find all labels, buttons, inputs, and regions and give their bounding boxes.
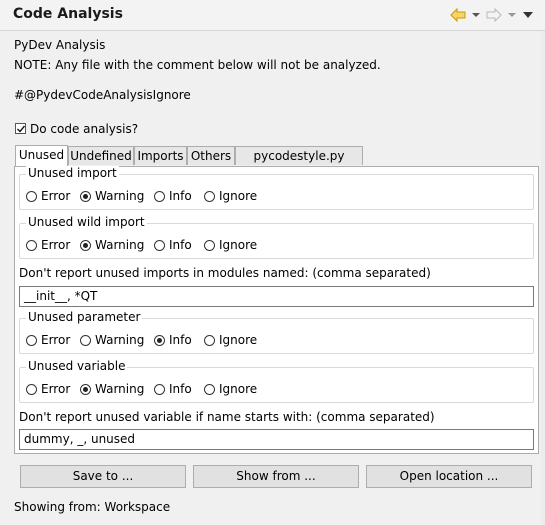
tab-others[interactable]: Others [187,146,235,165]
unused-variable-warning-radio[interactable]: Warning [80,382,144,396]
view-header: Code Analysis [0,0,545,31]
intro-title: PyDev Analysis [14,38,106,52]
back-arrow-icon [450,8,466,22]
unused-wild-import-info-radio[interactable]: Info [154,238,192,252]
unused-wild-import-ignore-radio[interactable]: Ignore [204,238,257,252]
status-text: Showing from: Workspace [14,500,171,514]
open-location-button[interactable]: Open location ... [366,465,532,488]
unused-import-ignore-radio[interactable]: Ignore [204,189,257,203]
unused-wild-import-group: Unused wild import Error Warning Info Ig… [19,215,534,259]
page-title: Code Analysis [13,6,123,22]
chevron-down-icon [472,13,480,17]
unused-variable-ignore-radio[interactable]: Ignore [204,382,257,396]
dont-report-variables-label: Don't report unused variable if name sta… [19,410,435,424]
unused-parameter-info-radio[interactable]: Info [154,333,192,347]
do-analysis-label[interactable]: Do code analysis? [30,122,138,136]
dont-report-variables-input[interactable]: dummy, _, unused [19,429,534,450]
tab-unused[interactable]: Unused [15,145,68,166]
view-menu-button[interactable] [521,7,535,23]
save-to-button[interactable]: Save to ... [20,465,186,488]
tab-undefined[interactable]: Undefined [68,146,134,165]
unused-parameter-warning-radio[interactable]: Warning [80,333,144,347]
tab-imports[interactable]: Imports [134,146,187,165]
unused-parameter-ignore-radio[interactable]: Ignore [204,333,257,347]
unused-import-error-radio[interactable]: Error [26,189,70,203]
do-analysis-checkbox[interactable] [15,123,26,134]
ignore-comment-text: #@PydevCodeAnalysisIgnore [14,88,191,102]
chevron-down-icon [508,13,516,17]
dont-report-imports-label: Don't report unused imports in modules n… [19,266,431,280]
unused-import-warning-radio[interactable]: Warning [80,189,144,203]
intro-note: NOTE: Any file with the comment below wi… [14,58,381,72]
unused-import-group: Unused import Error Warning Info Ignore [19,166,534,210]
back-history-dropdown[interactable] [471,7,481,23]
tab-pycodestyle[interactable]: pycodestyle.py (pep8) [235,146,363,182]
unused-parameter-error-radio[interactable]: Error [26,333,70,347]
forward-button[interactable] [485,7,503,23]
group-title: Unused wild import [26,215,147,229]
dont-report-imports-input[interactable]: __init__, *QT [19,286,534,307]
unused-wild-import-error-radio[interactable]: Error [26,238,70,252]
group-title: Unused import [26,166,119,180]
unused-variable-info-radio[interactable]: Info [154,382,192,396]
back-button[interactable] [449,7,467,23]
forward-history-dropdown[interactable] [507,7,517,23]
show-from-button[interactable]: Show from ... [193,465,359,488]
group-title: Unused parameter [26,310,143,324]
unused-variable-error-radio[interactable]: Error [26,382,70,396]
history-navigation [449,7,535,23]
unused-wild-import-warning-radio[interactable]: Warning [80,238,144,252]
checkmark-icon [17,125,26,133]
group-title: Unused variable [26,359,128,373]
vertical-scrollbar[interactable] [541,31,545,525]
view-menu-icon [523,11,533,18]
unused-variable-group: Unused variable Error Warning Info Ignor… [19,359,534,403]
unused-import-info-radio[interactable]: Info [154,189,192,203]
unused-parameter-group: Unused parameter Error Warning Info Igno… [19,310,534,354]
forward-arrow-icon [486,8,502,22]
